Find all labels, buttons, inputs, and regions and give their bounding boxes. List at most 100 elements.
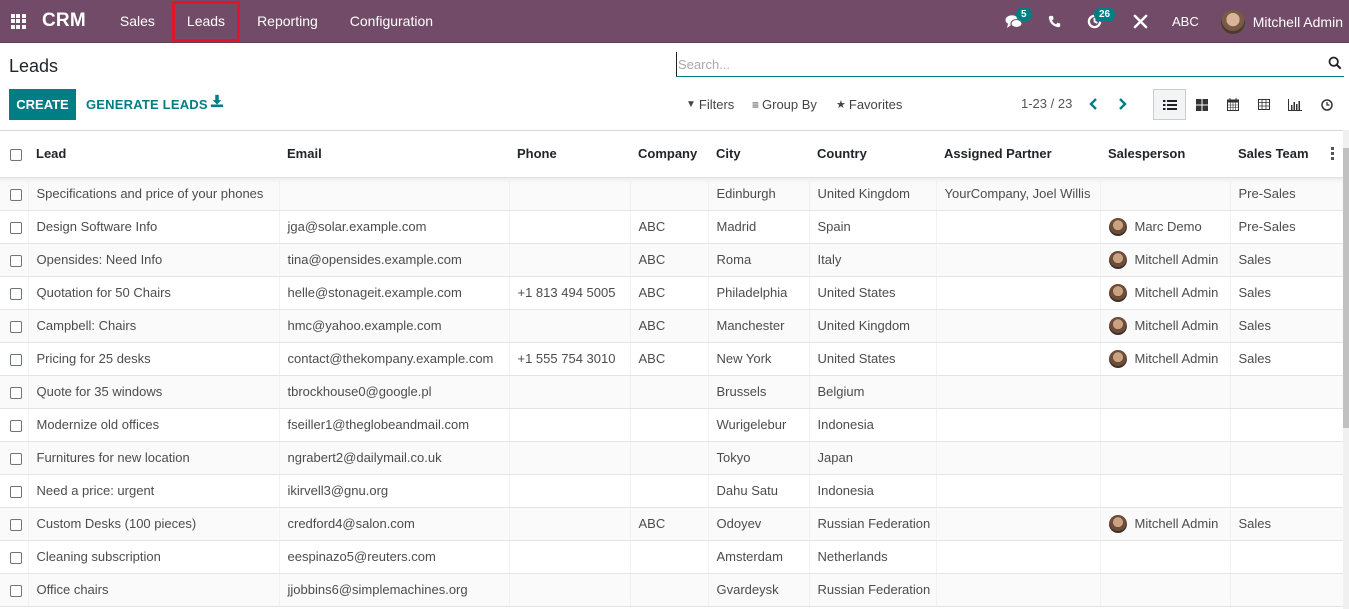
column-header-email[interactable]: Email [279,131,509,178]
menu-sales[interactable]: Sales [104,0,171,43]
cell-phone[interactable] [509,507,631,541]
cell-partner[interactable] [936,375,1101,409]
view-graph-button[interactable] [1278,89,1311,120]
pager-next-button[interactable] [1114,96,1130,112]
optional-columns-toggle[interactable] [1331,147,1335,162]
cell-city[interactable]: Amsterdam [708,540,810,574]
table-row[interactable]: Opensides: Need Info tina@opensides.examp… [0,243,1344,277]
row-checkbox[interactable] [10,188,22,201]
cell-country[interactable]: United Kingdom [809,309,937,343]
cell-city[interactable]: Gvardeysk [708,573,810,607]
apps-menu-button[interactable] [0,0,36,43]
view-calendar-button[interactable] [1216,89,1249,120]
table-row[interactable]: Office chairs jjobbins6@simplemachines.or… [0,573,1344,607]
cell-team[interactable]: Sales [1230,342,1344,376]
cell-partner[interactable] [936,276,1101,310]
filters-dropdown[interactable]: ▼ Filters [686,97,734,112]
cell-country[interactable]: Belgium [809,375,937,409]
row-checkbox[interactable] [10,254,22,267]
phone-button[interactable] [1034,0,1074,43]
search-icon[interactable] [1328,56,1342,70]
column-header-salesperson[interactable]: Salesperson [1100,131,1230,178]
pager-value[interactable]: 1-23 / 23 [1021,96,1072,111]
table-row[interactable]: Design Software Info jga@solar.example.co… [0,210,1344,244]
cell-city[interactable]: Philadelphia [708,276,810,310]
select-all-checkbox[interactable] [10,148,22,161]
cell-email[interactable]: hmc@yahoo.example.com [279,309,510,343]
menu-configuration[interactable]: Configuration [334,0,449,43]
table-row[interactable]: Pricing for 25 desks contact@thekompany.e… [0,342,1344,376]
cell-company[interactable] [630,375,709,409]
row-checkbox[interactable] [10,386,22,399]
cell-lead[interactable]: Need a price: urgent [28,474,280,508]
cell-salesperson[interactable]: Marc Demo [1100,210,1231,244]
column-header-phone[interactable]: Phone [509,131,630,178]
cell-team[interactable] [1230,441,1344,475]
cell-phone[interactable] [509,243,631,277]
app-brand[interactable]: CRM [42,10,86,32]
cell-company[interactable] [630,408,709,442]
cell-country[interactable]: United States [809,276,937,310]
cell-lead[interactable]: Pricing for 25 desks [28,342,280,376]
column-header-country[interactable]: Country [809,131,936,178]
row-checkbox-cell[interactable] [0,441,29,475]
cell-partner[interactable] [936,540,1101,574]
row-checkbox[interactable] [10,452,22,465]
cell-salesperson[interactable] [1100,375,1231,409]
cell-lead[interactable]: Cleaning subscription [28,540,280,574]
cell-partner[interactable] [936,441,1101,475]
cell-lead[interactable]: Campbell: Chairs [28,309,280,343]
cell-city[interactable]: Brussels [708,375,810,409]
cell-lead[interactable]: Quotation for 50 Chairs [28,276,280,310]
cell-lead[interactable]: Opensides: Need Info [28,243,280,277]
cell-city[interactable]: Wurigelebur [708,408,810,442]
cell-email[interactable]: fseiller1@theglobeandmail.com [279,408,510,442]
company-switcher[interactable]: ABC [1172,14,1199,29]
cell-country[interactable]: Indonesia [809,474,937,508]
cell-salesperson[interactable]: Mitchell Admin [1100,243,1231,277]
cell-company[interactable]: ABC [630,342,709,376]
cell-company[interactable]: ABC [630,210,709,244]
view-pivot-button[interactable] [1247,89,1280,120]
cell-salesperson[interactable]: Mitchell Admin [1100,309,1231,343]
cell-salesperson[interactable] [1100,474,1231,508]
select-all-checkbox-cell[interactable] [0,131,28,178]
export-button[interactable] [210,94,228,114]
activities-button[interactable]: 26 [1074,0,1116,43]
cell-lead[interactable]: Specifications and price of your phones [28,177,280,211]
groupby-dropdown[interactable]: ≡ Group By [752,97,817,112]
column-header-company[interactable]: Company [630,131,708,178]
row-checkbox-cell[interactable] [0,177,29,211]
debug-tools-button[interactable] [1120,0,1160,43]
row-checkbox-cell[interactable] [0,342,29,376]
cell-country[interactable]: Russian Federation [809,507,937,541]
table-row[interactable]: Campbell: Chairs hmc@yahoo.example.com ABC… [0,309,1344,343]
row-checkbox-cell[interactable] [0,540,29,574]
cell-partner[interactable] [936,408,1101,442]
create-button[interactable]: CREATE [9,89,76,120]
cell-email[interactable]: helle@stonageit.example.com [279,276,510,310]
cell-partner[interactable] [936,210,1101,244]
cell-company[interactable] [630,540,709,574]
table-row[interactable]: Custom Desks (100 pieces) credford4@salon… [0,507,1344,541]
cell-lead[interactable]: Modernize old offices [28,408,280,442]
view-list-button[interactable] [1153,89,1186,120]
cell-salesperson[interactable] [1100,540,1231,574]
cell-team[interactable]: Sales [1230,309,1344,343]
favorites-dropdown[interactable]: ★ Favorites [836,97,902,112]
cell-team[interactable]: Sales [1230,276,1344,310]
cell-phone[interactable] [509,573,631,607]
row-checkbox-cell[interactable] [0,210,29,244]
row-checkbox-cell[interactable] [0,408,29,442]
cell-country[interactable]: Russian Federation [809,573,937,607]
row-checkbox[interactable] [10,221,22,234]
cell-company[interactable] [630,573,709,607]
cell-phone[interactable] [509,177,631,211]
cell-partner[interactable] [936,474,1101,508]
cell-city[interactable]: Manchester [708,309,810,343]
cell-lead[interactable]: Design Software Info [28,210,280,244]
cell-company[interactable]: ABC [630,276,709,310]
cell-city[interactable]: Dahu Satu [708,474,810,508]
cell-salesperson[interactable] [1100,573,1231,607]
cell-country[interactable]: Japan [809,441,937,475]
